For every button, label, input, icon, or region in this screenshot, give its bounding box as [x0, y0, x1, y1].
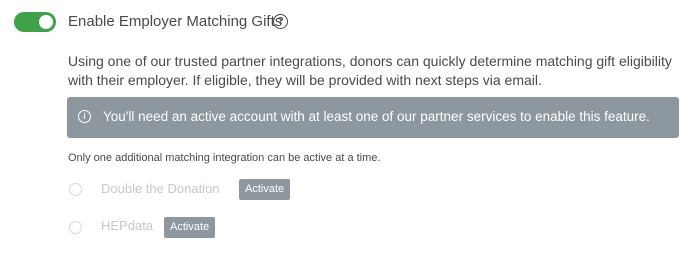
- info-circle-icon: i: [78, 110, 91, 123]
- double-the-donation-radio[interactable]: [69, 183, 82, 196]
- integration-note: Only one additional matching integration…: [68, 152, 381, 164]
- activate-double-the-donation-button[interactable]: Activate: [239, 179, 291, 200]
- toggle-knob: [39, 15, 53, 29]
- double-the-donation-label: Double the Donation: [101, 181, 220, 196]
- setting-description: Using one of our trusted partner integra…: [68, 53, 672, 88]
- hepdata-radio[interactable]: [69, 221, 82, 234]
- hepdata-label: HEPdata: [101, 218, 154, 233]
- enable-matching-gifts-toggle[interactable]: [14, 12, 56, 32]
- setting-title: Enable Employer Matching Gifts: [68, 13, 283, 30]
- question-circle-icon[interactable]: ?: [273, 14, 288, 29]
- alert-text: You'll need an active account with at le…: [103, 109, 650, 124]
- info-alert: i You'll need an active account with at …: [67, 97, 679, 138]
- activate-hepdata-button[interactable]: Activate: [164, 217, 216, 238]
